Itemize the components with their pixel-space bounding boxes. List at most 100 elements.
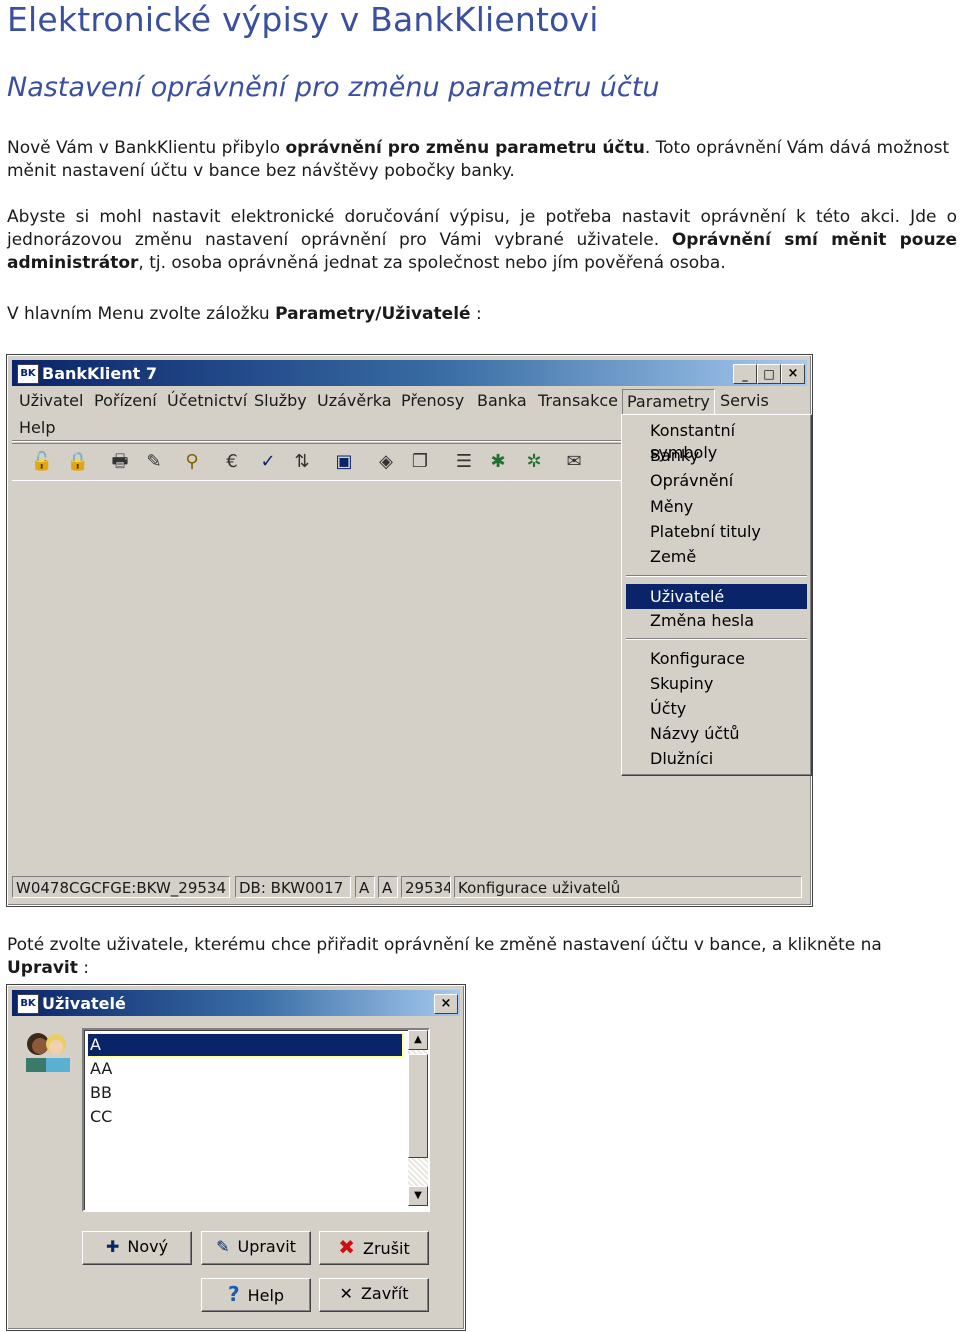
menu-separator	[626, 638, 807, 640]
toolbar: 🔓 🔒 🖶 ✎ ⚲ € ✓ ⇅ ▣ ◈ ❐ ☰ ✱ ✲ ✉	[12, 443, 622, 481]
bold-text: Parametry/Uživatelé	[275, 304, 471, 324]
menu-instruction: V hlavním Menu zvolte záložku Parametry/…	[7, 303, 957, 326]
mail-icon[interactable]: ✉	[562, 451, 586, 473]
users-listbox[interactable]: A AA BB CC ▲ ▼	[82, 1028, 430, 1212]
app-logo-icon: BK	[17, 994, 39, 1014]
menubar-divider	[12, 440, 622, 442]
scroll-down-icon[interactable]: ▼	[408, 1186, 428, 1206]
status-database: DB: BKW0017	[235, 876, 351, 898]
permission-paragraph: Abyste si mohl nastavit elektronické dor…	[7, 206, 957, 275]
bold-text: Upravit	[7, 958, 78, 978]
maximize-button[interactable]: □	[757, 364, 781, 384]
copy-icon[interactable]: ❐	[408, 451, 432, 473]
users-scrollbar[interactable]: ▲ ▼	[408, 1030, 428, 1206]
menu-ucetnictvi[interactable]: Účetnictví	[167, 391, 247, 410]
user-list-item[interactable]: BB	[88, 1082, 402, 1104]
intro-paragraph: Nově Vám v BankKlientu přibylo oprávnění…	[7, 137, 957, 183]
help-button-label: Help	[247, 1286, 285, 1305]
save-icon[interactable]: ▣	[332, 451, 356, 473]
scroll-thumb[interactable]	[408, 1054, 428, 1158]
delete-icon: ✖	[338, 1235, 356, 1259]
select-user-instruction: Poté zvolte uživatele, kterému chce přiř…	[7, 934, 957, 980]
page-title: Elektronické výpisy v BankKlientovi	[7, 0, 599, 39]
user-list-item[interactable]: CC	[88, 1106, 402, 1128]
edit-button[interactable]: ✎ Upravit	[201, 1231, 311, 1265]
text: :	[77, 958, 90, 978]
menu-item-platebni-tituly[interactable]: Platební tituly	[626, 521, 807, 543]
users-titlebar: BK Uživatelé ×	[12, 990, 460, 1016]
menu-banka[interactable]: Banka	[477, 391, 527, 410]
close-button[interactable]: ×	[434, 994, 458, 1014]
new-button-label: Nový	[127, 1237, 169, 1256]
status-bar: W0478CGCFGE:BKW_29534 DB: BKW0017 A A 29…	[12, 876, 806, 898]
menu-uzivatel[interactable]: Uživatel	[19, 391, 83, 410]
menu-porizeni[interactable]: Pořízení	[94, 391, 157, 410]
close-icon: ✕	[339, 1284, 353, 1303]
menu-parametry[interactable]: Parametry	[622, 389, 715, 415]
status-flag-a: A	[355, 876, 375, 898]
plus-icon: ✚	[105, 1237, 120, 1256]
menu-item-zmena-hesla[interactable]: Změna hesla	[626, 610, 807, 632]
delete-button[interactable]: ✖ Zrušit	[319, 1231, 429, 1265]
app-logo-icon: BK	[17, 364, 39, 384]
close-button-label: Zavřít	[360, 1284, 409, 1303]
menu-item-meny[interactable]: Měny	[626, 496, 807, 518]
menu-item-ucty[interactable]: Účty	[626, 698, 807, 720]
menu-transakce[interactable]: Transakce	[538, 391, 618, 410]
dialog-title: Uživatelé	[42, 994, 126, 1013]
new-button[interactable]: ✚ Nový	[82, 1231, 192, 1265]
status-number: 29534	[401, 876, 451, 898]
text: , tj. osoba oprávněná jednat za společno…	[138, 253, 726, 273]
user-list-item[interactable]: A	[87, 1033, 403, 1057]
section-subtitle: Nastavení oprávnění pro změnu parametru …	[7, 72, 660, 103]
menu-uzaverka[interactable]: Uzávěrka	[317, 391, 392, 410]
currency-icon[interactable]: €	[220, 451, 244, 473]
transfer-icon[interactable]: ⇅	[290, 451, 314, 473]
lock-open-icon[interactable]: 🔓	[30, 451, 54, 473]
printer-icon[interactable]: 🖶	[108, 451, 132, 473]
menu-prenosy[interactable]: Přenosy	[401, 391, 464, 410]
menu-item-opravneni[interactable]: Oprávnění	[626, 470, 807, 492]
minimize-button[interactable]: _	[733, 364, 757, 384]
stamp-icon[interactable]: ⚲	[180, 451, 204, 473]
status-flag-a2: A	[378, 876, 398, 898]
document-icon[interactable]: ☰	[452, 451, 476, 473]
menu-help[interactable]: Help	[19, 418, 55, 437]
text: Poté zvolte uživatele, kterému chce přiř…	[7, 935, 882, 955]
scroll-up-icon[interactable]: ▲	[408, 1030, 428, 1050]
menu-item-konstantni-symboly[interactable]: Konstantní symboly	[626, 420, 807, 462]
gear-alt-icon[interactable]: ✲	[522, 451, 546, 473]
edit-button-label: Upravit	[237, 1237, 296, 1256]
menu-item-zeme[interactable]: Země	[626, 546, 807, 568]
menu-item-skupiny[interactable]: Skupiny	[626, 673, 807, 695]
menu-item-uzivatele[interactable]: Uživatelé	[626, 584, 807, 609]
menu-sluzby[interactable]: Služby	[254, 391, 307, 410]
menu-item-nazvy-uctu[interactable]: Názvy účtů	[626, 723, 807, 745]
menu-item-konfigurace[interactable]: Konfigurace	[626, 648, 807, 670]
check-icon[interactable]: ✓	[256, 451, 280, 473]
close-dialog-button[interactable]: ✕ Zavřít	[319, 1278, 429, 1312]
lock-icon[interactable]: 🔒	[66, 451, 90, 473]
menu-item-dluznici[interactable]: Dlužníci	[626, 748, 807, 770]
menu-separator	[626, 575, 807, 577]
text: Nově Vám v BankKlientu přibylo	[7, 138, 286, 158]
close-button[interactable]: ×	[781, 364, 805, 384]
text: :	[470, 304, 482, 324]
menu-servis[interactable]: Servis	[720, 391, 769, 410]
menu-item-banky[interactable]: Banky	[626, 445, 807, 467]
help-button[interactable]: ? Help	[201, 1278, 311, 1312]
window-title: BankKlient 7	[42, 364, 157, 383]
delete-button-label: Zrušit	[363, 1239, 410, 1258]
help-icon: ?	[227, 1282, 240, 1306]
network-icon[interactable]: ◈	[374, 451, 398, 473]
gear-icon[interactable]: ✱	[486, 451, 510, 473]
bankklient-titlebar: BK BankKlient 7 _ □ ×	[12, 360, 807, 386]
status-message: Konfigurace uživatelů	[454, 876, 802, 898]
users-icon	[26, 1033, 70, 1072]
edit-icon: ✎	[216, 1237, 230, 1256]
status-workstation: W0478CGCFGE:BKW_29534	[12, 876, 230, 898]
user-list-item[interactable]: AA	[88, 1058, 402, 1080]
parametry-dropdown: Konstantní symboly Banky Oprávnění Měny …	[621, 414, 812, 776]
edit-icon[interactable]: ✎	[142, 451, 166, 473]
text: V hlavním Menu zvolte záložku	[7, 304, 276, 324]
